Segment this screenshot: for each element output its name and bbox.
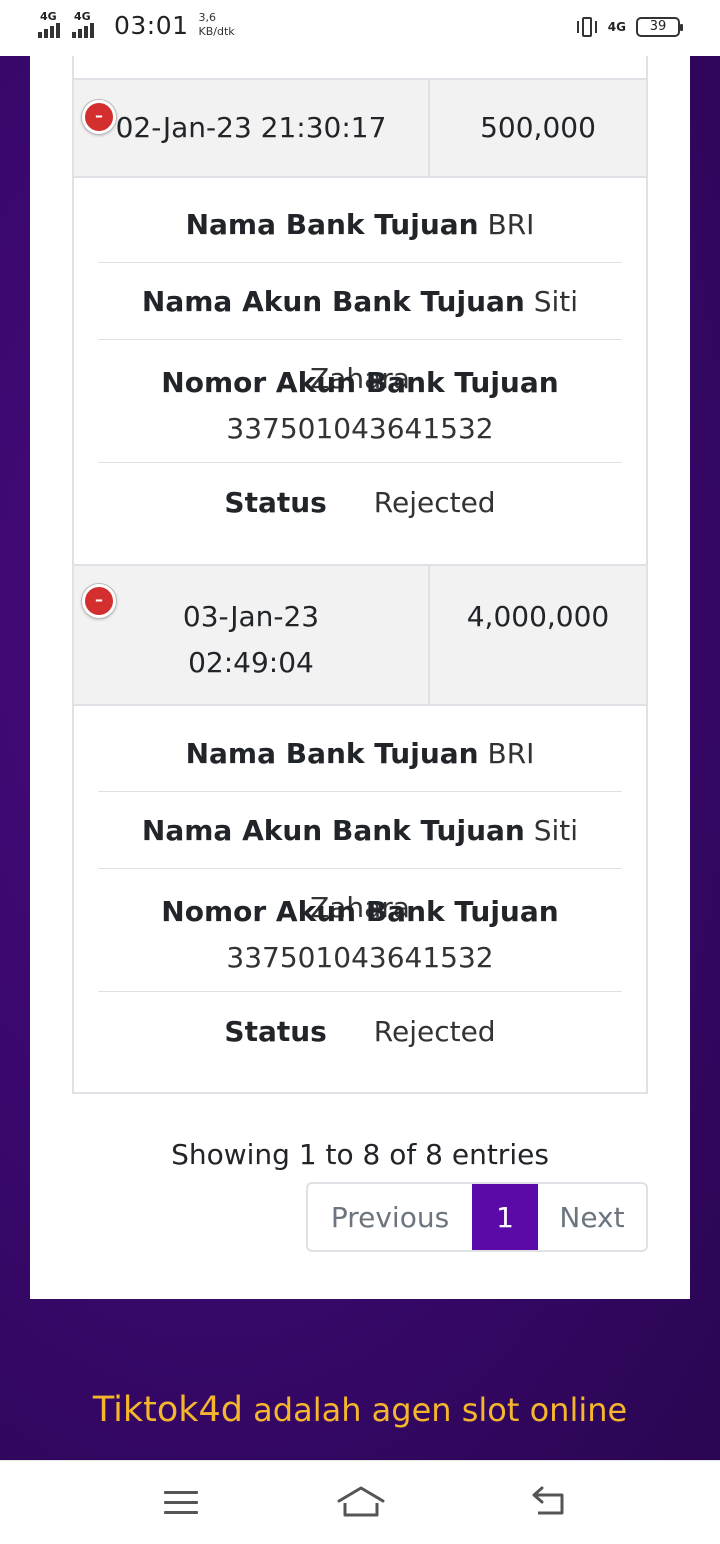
battery-level: 39 xyxy=(649,19,667,34)
promo-text-cutoff xyxy=(0,1450,720,1460)
page-1-button[interactable]: 1 xyxy=(472,1184,538,1250)
detail-status: Status Rejected xyxy=(98,463,622,543)
signal-icon: 4G xyxy=(38,10,72,40)
detail-status: Status Rejected xyxy=(98,992,622,1072)
pagination: Previous 1 Next xyxy=(306,1182,648,1252)
navigation-bar xyxy=(0,1460,720,1544)
minus-circle-icon[interactable]: – xyxy=(82,100,116,134)
account-name-label: Nama Akun Bank Tujuan xyxy=(141,814,525,847)
bank-label: Nama Bank Tujuan xyxy=(185,208,479,241)
transaction-date-line2: 02:49:04 xyxy=(188,646,314,679)
network-speed: 3,6 KB/dtk xyxy=(199,11,235,39)
table-row[interactable]: 02-Jan-23 21:30:17 500,000 – xyxy=(74,80,646,178)
signal-label-1: 4G xyxy=(40,10,57,23)
table-info: Showing 1 to 8 of 8 entries xyxy=(171,1138,549,1171)
speed-value: 3,6 xyxy=(198,11,217,24)
back-icon[interactable] xyxy=(528,1485,568,1519)
detail-account-number: Nomor Akun Bank Tujuan 337501043641532 xyxy=(98,340,622,463)
promo-description: adalah agen slot online xyxy=(253,1391,628,1429)
account-number-value: 337501043641532 xyxy=(226,412,494,445)
transaction-amount: 4,000,000 xyxy=(466,600,610,633)
status-value: Rejected xyxy=(373,486,496,519)
bank-value: BRI xyxy=(487,737,535,770)
transaction-amount: 500,000 xyxy=(480,111,596,144)
vibrate-icon xyxy=(576,16,598,38)
bank-label: Nama Bank Tujuan xyxy=(185,737,479,770)
speed-unit: KB/dtk xyxy=(198,25,235,38)
page-background: 02-Jan-23 21:30:17 500,000 – Nama Bank T… xyxy=(0,56,720,1460)
withdraw-history-card: 02-Jan-23 21:30:17 500,000 – Nama Bank T… xyxy=(30,56,690,1299)
promo-text: Tiktok4d adalah agen slot online xyxy=(0,1390,720,1430)
previous-button[interactable]: Previous xyxy=(308,1184,472,1250)
status-label: Status xyxy=(224,486,327,519)
transaction-date: 02-Jan-23 21:30:17 xyxy=(74,80,430,176)
table-row[interactable]: 03-Jan-23 02:49:04 4,000,000 – xyxy=(74,564,646,706)
signal-icon: 4G xyxy=(72,10,106,40)
detail-account-name: Nama Akun Bank Tujuan Siti Zahara xyxy=(98,792,622,924)
battery-icon: 39 xyxy=(636,17,683,37)
promo-brand: Tiktok4d xyxy=(92,1390,243,1430)
detail-bank: Nama Bank Tujuan BRI xyxy=(98,706,622,792)
home-icon[interactable] xyxy=(336,1485,386,1519)
account-number-label: Nomor Akun Bank Tujuan xyxy=(161,895,559,928)
account-name-label: Nama Akun Bank Tujuan xyxy=(141,285,525,318)
transaction-date-line1: 03-Jan-23 xyxy=(182,600,320,633)
signal-label-2: 4G xyxy=(74,10,91,23)
previous-row-end xyxy=(74,56,646,80)
transactions-table: 02-Jan-23 21:30:17 500,000 – Nama Bank T… xyxy=(72,56,648,1094)
account-number-label: Nomor Akun Bank Tujuan xyxy=(161,366,559,399)
transaction-details: Nama Bank Tujuan BRI Nama Akun Bank Tuju… xyxy=(74,706,646,1092)
clock: 03:01 xyxy=(114,10,189,40)
detail-account-name: Nama Akun Bank Tujuan Siti Zahara xyxy=(98,263,622,395)
status-bar: 4G 4G 03:01 3,6 KB/dtk 4G 39 xyxy=(0,0,720,56)
transaction-details: Nama Bank Tujuan BRI Nama Akun Bank Tuju… xyxy=(74,178,646,564)
next-button[interactable]: Next xyxy=(538,1184,646,1250)
network-type: 4G xyxy=(607,20,626,34)
detail-account-number: Nomor Akun Bank Tujuan 337501043641532 xyxy=(98,869,622,992)
status-value: Rejected xyxy=(373,1015,496,1048)
minus-circle-icon[interactable]: – xyxy=(82,584,116,618)
transaction-date: 03-Jan-23 02:49:04 xyxy=(74,566,430,704)
bank-value: BRI xyxy=(487,208,535,241)
account-number-value: 337501043641532 xyxy=(226,941,494,974)
menu-icon[interactable] xyxy=(162,1485,202,1519)
detail-bank: Nama Bank Tujuan BRI xyxy=(98,178,622,263)
status-label: Status xyxy=(224,1015,327,1048)
